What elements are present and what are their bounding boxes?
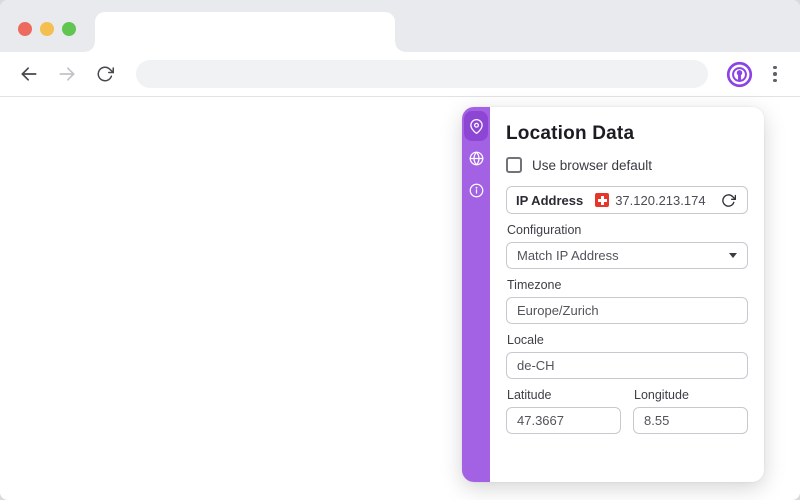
browser-titlebar xyxy=(0,0,800,52)
back-arrow-icon xyxy=(21,67,37,81)
popup-title: Location Data xyxy=(506,123,635,144)
use-browser-default-row: Use browser default xyxy=(506,157,748,173)
chevron-down-icon xyxy=(729,253,737,258)
sidebar-item-network[interactable] xyxy=(464,143,488,173)
back-button[interactable] xyxy=(14,59,44,89)
latitude-field: Latitude xyxy=(506,379,621,434)
sidebar-item-info[interactable] xyxy=(464,175,488,205)
address-bar-input[interactable] xyxy=(136,60,708,88)
reload-icon xyxy=(97,66,114,82)
globe-icon xyxy=(469,151,483,165)
ip-address-row: IP Address 37.120.213.174 xyxy=(506,186,748,214)
ip-refresh-button[interactable] xyxy=(718,190,738,210)
reload-button[interactable] xyxy=(90,59,120,89)
page-content: Location Data Use browser default IP Add… xyxy=(0,97,800,499)
popup-content: Location Data Use browser default IP Add… xyxy=(490,107,764,482)
configuration-selected-value: Match IP Address xyxy=(517,248,619,263)
configuration-label: Configuration xyxy=(507,223,582,237)
vytal-location-logo-icon xyxy=(726,61,752,87)
maximize-window-button[interactable] xyxy=(62,22,76,36)
forward-button[interactable] xyxy=(52,59,82,89)
location-extension-popup: Location Data Use browser default IP Add… xyxy=(462,107,764,482)
ip-address-value: 37.120.213.174 xyxy=(615,192,706,208)
kebab-dot xyxy=(773,65,777,70)
latitude-label: Latitude xyxy=(507,388,552,402)
timezone-input[interactable] xyxy=(506,297,748,324)
use-browser-default-checkbox[interactable] xyxy=(506,157,522,173)
map-pin-icon xyxy=(469,118,483,134)
minimize-window-button[interactable] xyxy=(40,22,54,36)
timezone-label: Timezone xyxy=(507,278,562,292)
popup-sidebar xyxy=(462,107,490,482)
window-controls xyxy=(18,22,76,36)
sidebar-item-location[interactable] xyxy=(464,111,488,141)
browser-tab[interactable] xyxy=(85,12,405,52)
longitude-input[interactable] xyxy=(633,407,748,434)
kebab-dot xyxy=(773,78,777,83)
switzerland-flag-icon xyxy=(595,193,610,207)
kebab-dot xyxy=(773,72,777,76)
refresh-icon xyxy=(721,193,736,207)
longitude-field: Longitude xyxy=(633,379,748,434)
use-browser-default-label: Use browser default xyxy=(532,157,653,173)
location-extension-button[interactable] xyxy=(724,59,754,89)
browser-window: Location Data Use browser default IP Add… xyxy=(0,0,800,500)
longitude-label: Longitude xyxy=(634,388,689,402)
lat-long-grid: Latitude Longitude xyxy=(506,379,748,434)
configuration-select[interactable]: Match IP Address xyxy=(506,242,748,269)
locale-input[interactable] xyxy=(506,352,748,379)
close-window-button[interactable] xyxy=(18,22,32,36)
browser-toolbar xyxy=(0,52,800,97)
latitude-input[interactable] xyxy=(506,407,621,434)
ip-address-label: IP Address xyxy=(516,192,584,208)
browser-menu-button[interactable] xyxy=(764,59,786,89)
locale-label: Locale xyxy=(507,333,544,347)
info-icon xyxy=(469,183,483,197)
forward-arrow-icon xyxy=(59,67,75,81)
